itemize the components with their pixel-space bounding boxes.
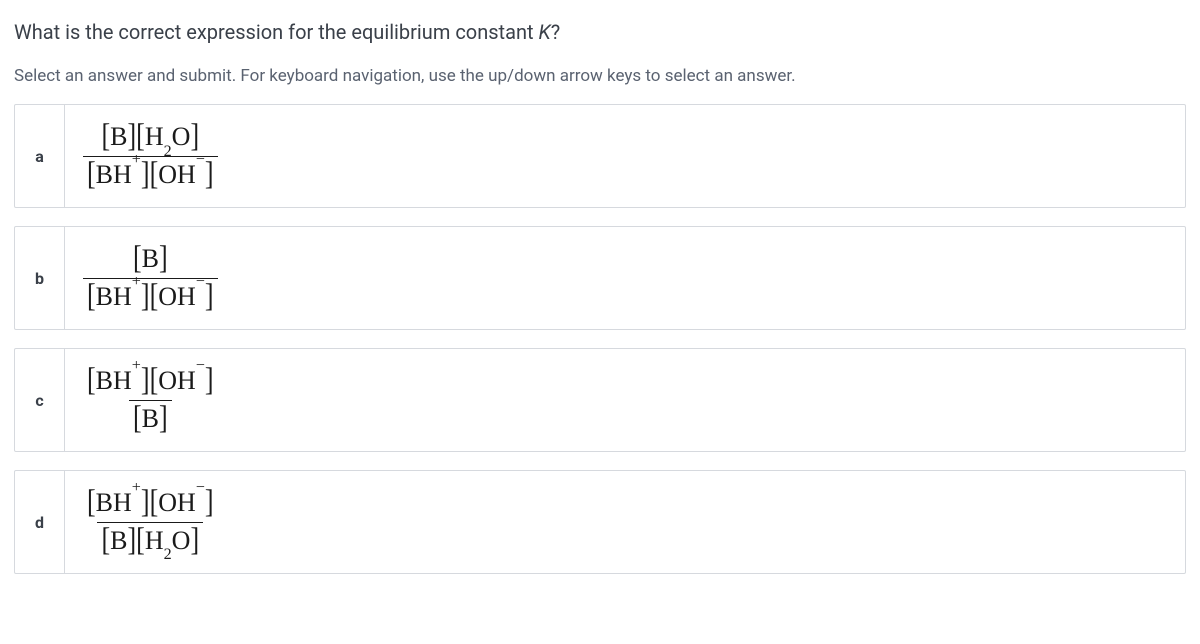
- option-key: c: [15, 349, 65, 451]
- option-key: b: [15, 227, 65, 329]
- fraction-numerator: [BH+][OH−]: [83, 365, 218, 400]
- option-d[interactable]: d [BH+][OH−] [B][H2O]: [14, 470, 1186, 574]
- fraction-expression: [B][H2O] [BH+][OH−]: [83, 121, 218, 191]
- fraction-denominator: [B]: [129, 400, 172, 436]
- option-key: a: [15, 105, 65, 207]
- option-b[interactable]: b [B] [BH+][OH−]: [14, 226, 1186, 330]
- fraction-expression: [BH+][OH−] [B]: [83, 365, 218, 435]
- question-prefix: What is the correct expression for the e…: [14, 20, 539, 44]
- option-content: [BH+][OH−] [B][H2O]: [65, 471, 1185, 573]
- fraction-expression: [B] [BH+][OH−]: [83, 243, 218, 313]
- fraction-denominator: [B][H2O]: [97, 522, 203, 558]
- question-suffix: ?: [551, 20, 560, 44]
- option-content: [BH+][OH−] [B]: [65, 349, 1185, 451]
- option-c[interactable]: c [BH+][OH−] [B]: [14, 348, 1186, 452]
- option-content: [B] [BH+][OH−]: [65, 227, 1185, 329]
- option-key: d: [15, 471, 65, 573]
- question-text: What is the correct expression for the e…: [14, 20, 1186, 44]
- fraction-numerator: [B][H2O]: [97, 121, 203, 156]
- fraction-numerator: [BH+][OH−]: [83, 487, 218, 522]
- fraction-denominator: [BH+][OH−]: [83, 278, 218, 314]
- fraction-expression: [BH+][OH−] [B][H2O]: [83, 487, 218, 557]
- options-list: a [B][H2O] [BH+][OH−] b [B] [BH+][OH−] c…: [14, 104, 1186, 574]
- option-content: [B][H2O] [BH+][OH−]: [65, 105, 1185, 207]
- fraction-denominator: [BH+][OH−]: [83, 156, 218, 192]
- instructions-text: Select an answer and submit. For keyboar…: [14, 66, 1186, 86]
- option-a[interactable]: a [B][H2O] [BH+][OH−]: [14, 104, 1186, 208]
- question-variable: K: [539, 20, 551, 44]
